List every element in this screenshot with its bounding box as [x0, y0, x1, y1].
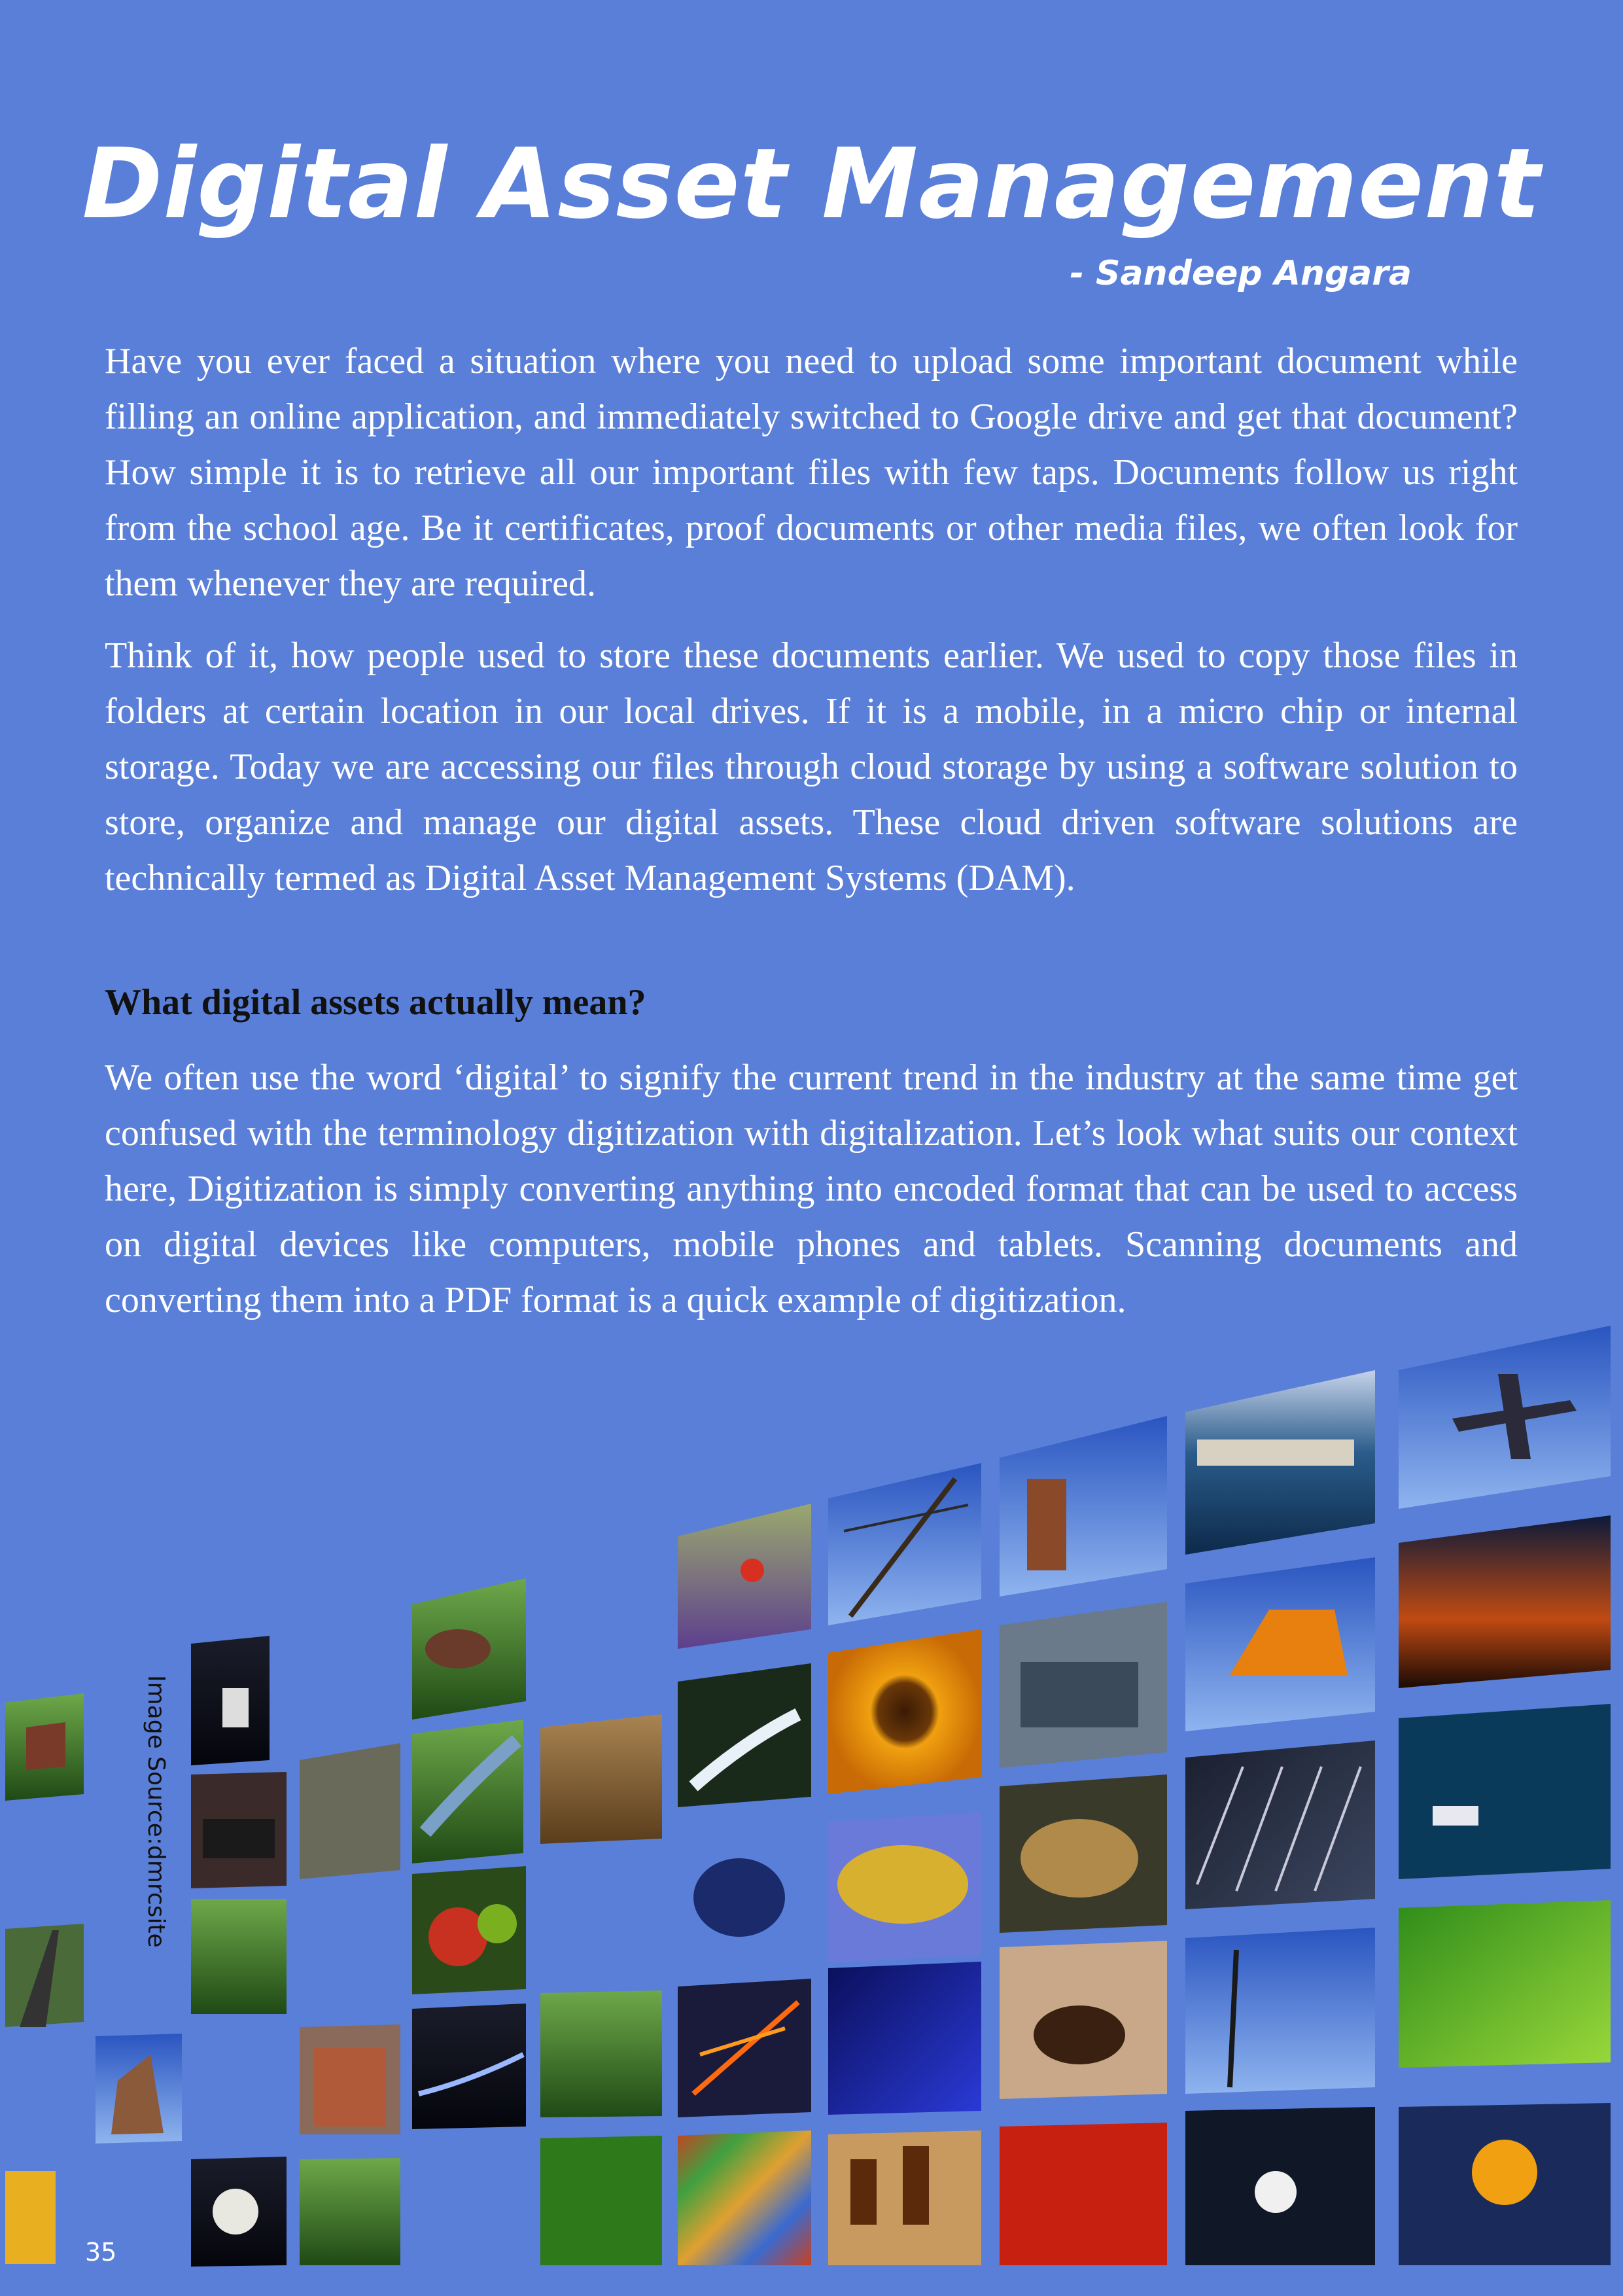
paragraph-1: Have you ever faced a situation where yo…	[105, 341, 1518, 604]
image-source-caption: Image Source:dmrcsite	[143, 1675, 169, 1948]
page-number: 35	[85, 2238, 117, 2267]
paragraph-3: We often use the word ‘digital’ to signi…	[105, 1057, 1518, 1320]
article-author: - Sandeep Angara	[1070, 254, 1412, 293]
paragraph-2: Think of it, how people used to store th…	[105, 635, 1518, 898]
article-title: Digital Asset Management	[82, 128, 1541, 240]
document-page: Digital Asset Management - Sandeep Angar…	[0, 0, 1623, 2296]
section-heading: What digital assets actually mean?	[105, 982, 646, 1023]
